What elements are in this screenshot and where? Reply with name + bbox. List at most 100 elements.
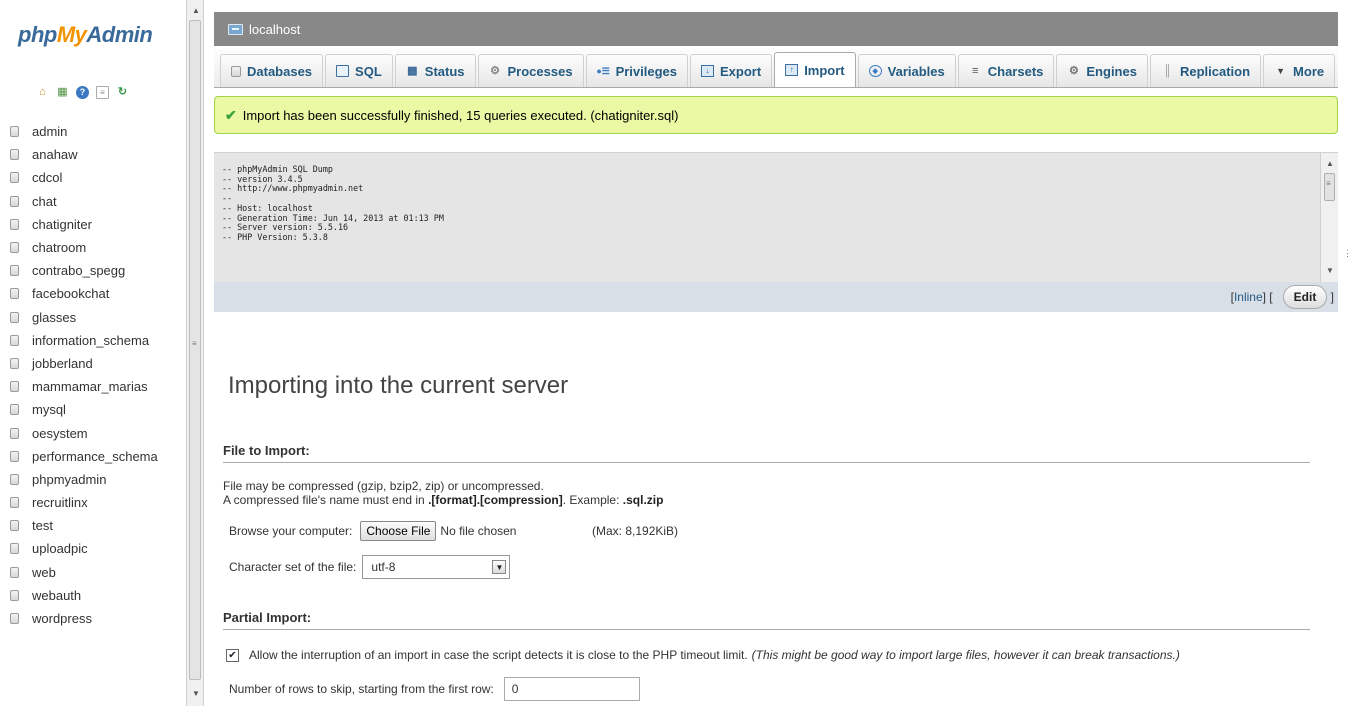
edit-button[interactable]: Edit <box>1282 285 1328 309</box>
tab-variables[interactable]: ◆ Variables <box>857 54 956 87</box>
max-upload-size: (Max: 8,192KiB) <box>592 524 679 538</box>
database-item-glasses[interactable]: glasses <box>0 306 158 329</box>
scroll-down-arrow-icon[interactable]: ▼ <box>1326 266 1334 275</box>
compression-note: File may be compressed (gzip, bzip2, zip… <box>223 479 544 493</box>
tab-privileges[interactable]: ●☰ Privileges <box>585 54 689 87</box>
database-icon <box>10 613 19 625</box>
database-item-contrabo_spegg[interactable]: contrabo_spegg <box>0 259 158 282</box>
database-item-chatroom[interactable]: chatroom <box>0 236 158 259</box>
database-name: anahaw <box>32 147 78 163</box>
help-icon[interactable]: ? <box>76 86 89 99</box>
scroll-down-arrow-icon[interactable]: ▼ <box>192 689 200 698</box>
database-icon <box>10 566 19 578</box>
sql-preview-toolbar: [Inline] [ Edit ] <box>214 282 1338 312</box>
phpmyadmin-logo[interactable]: phpMyAdmin <box>18 22 153 48</box>
database-icon <box>10 450 19 462</box>
database-item-cdcol[interactable]: cdcol <box>0 166 158 189</box>
tab-engines[interactable]: ⚙ Engines <box>1056 54 1148 87</box>
chevron-down-icon[interactable]: ▼ <box>492 560 507 574</box>
export-icon: ↓ <box>701 65 715 77</box>
database-item-phpmyadmin[interactable]: phpmyadmin <box>0 468 158 491</box>
allow-interrupt-label[interactable]: Allow the interruption of an import in c… <box>249 648 748 662</box>
tab-label: Status <box>424 63 465 79</box>
notice-text: Import has been successfully finished, 1… <box>242 107 679 123</box>
browse-label: Browse your computer: <box>229 524 353 538</box>
sql-preview-scrollbar[interactable]: ▲ ≡ ▼ <box>1320 153 1338 283</box>
database-name: jobberland <box>32 355 93 371</box>
navigation-scrollbar[interactable]: ▲ ≡ ▼ <box>186 0 204 706</box>
tab-label: Engines <box>1086 63 1137 79</box>
database-item-information_schema[interactable]: information_schema <box>0 329 158 352</box>
database-item-chat[interactable]: chat <box>0 190 158 213</box>
tab-charsets[interactable]: ≡ Charsets <box>957 54 1055 87</box>
tab-label: Charsets <box>987 63 1044 79</box>
database-item-test[interactable]: test <box>0 514 158 537</box>
charset-row: Character set of the file: utf-8 ▼ <box>229 555 511 579</box>
database-name: admin <box>32 124 68 140</box>
database-item-jobberland[interactable]: jobberland <box>0 352 158 375</box>
skip-rows-input[interactable] <box>503 677 640 701</box>
tab-import[interactable]: ↑ Import <box>774 52 856 87</box>
database-icon <box>10 242 19 254</box>
database-item-oesystem[interactable]: oesystem <box>0 421 158 444</box>
scroll-up-arrow-icon[interactable]: ▲ <box>1326 159 1334 168</box>
database-icon <box>10 427 19 439</box>
tab-replication[interactable]: ║ Replication <box>1149 54 1262 87</box>
database-item-mammamar_marias[interactable]: mammamar_marias <box>0 375 158 398</box>
engines-icon: ⚙ <box>1068 64 1079 77</box>
database-icon <box>10 334 19 346</box>
database-name: webauth <box>32 587 82 603</box>
database-icon <box>10 218 19 230</box>
database-name: wordpress <box>32 611 92 627</box>
home-icon[interactable]: ⌂ <box>36 86 49 99</box>
database-item-anahaw[interactable]: anahaw <box>0 143 158 166</box>
database-item-performance_schema[interactable]: performance_schema <box>0 445 158 468</box>
database-item-webauth[interactable]: webauth <box>0 584 158 607</box>
database-item-admin[interactable]: admin <box>0 120 158 143</box>
allow-interrupt-checkbox[interactable]: ✔ <box>226 648 239 662</box>
database-item-facebookchat[interactable]: facebookchat <box>0 282 158 305</box>
database-icon <box>10 172 19 184</box>
database-item-uploadpic[interactable]: uploadpic <box>0 537 158 560</box>
inline-edit-link[interactable]: Inline <box>1234 290 1263 304</box>
charset-select[interactable]: utf-8 ▼ <box>362 555 511 579</box>
resize-grip-icon[interactable]: ≡ <box>192 340 197 348</box>
page-resize-handle-icon[interactable]: ⋮ <box>1343 248 1350 259</box>
database-name: mysql <box>32 402 66 418</box>
status-icon: ▩ <box>407 64 418 77</box>
scrollbar-grip-icon: ≡ <box>1326 179 1331 188</box>
docs-icon[interactable]: ≡ <box>96 86 109 99</box>
server-breadcrumb[interactable]: localhost <box>214 12 1338 46</box>
interrupt-option-row: ✔ Allow the interruption of an import in… <box>226 648 1180 662</box>
tab-status[interactable]: ▩ Status <box>394 54 476 87</box>
database-item-recruitlinx[interactable]: recruitlinx <box>0 491 158 514</box>
database-name: facebookchat <box>32 286 110 302</box>
database-icon <box>10 195 19 207</box>
database-item-chatigniter[interactable]: chatigniter <box>0 213 158 236</box>
tab-sql[interactable]: SQL <box>325 54 393 87</box>
tab-more[interactable]: ▼ More <box>1263 54 1336 87</box>
database-list: admin anahaw cdcol chat chatigniter chatroom c… <box>0 120 158 630</box>
sql-query-icon[interactable]: ▦ <box>56 86 69 99</box>
charset-selected-value: utf-8 <box>371 560 396 574</box>
charsets-icon: ≡ <box>972 64 979 77</box>
sql-line: -- PHP Version: 5.3.8 <box>222 231 328 242</box>
skip-rows-label: Number of rows to skip, starting from th… <box>229 682 494 696</box>
database-item-web[interactable]: web <box>0 561 158 584</box>
tab-databases[interactable]: Databases <box>220 54 324 87</box>
import-icon: ↑ <box>785 64 799 76</box>
file-to-import-heading: File to Import: <box>223 443 1310 463</box>
scroll-up-arrow-icon[interactable]: ▲ <box>192 6 200 15</box>
database-icon <box>10 543 19 555</box>
tab-label: Privileges <box>615 63 678 79</box>
tab-processes[interactable]: ⚙ Processes <box>477 54 584 87</box>
database-name: mammamar_marias <box>32 379 148 395</box>
scrollbar-thumb[interactable] <box>189 20 201 680</box>
database-item-wordpress[interactable]: wordpress <box>0 607 158 630</box>
reload-icon[interactable]: ↻ <box>116 86 129 99</box>
tab-export[interactable]: ↓ Export <box>690 54 773 87</box>
tab-label: Variables <box>887 63 945 79</box>
database-icon <box>231 65 241 77</box>
database-item-mysql[interactable]: mysql <box>0 398 158 421</box>
choose-file-button[interactable]: Choose File <box>360 521 437 541</box>
